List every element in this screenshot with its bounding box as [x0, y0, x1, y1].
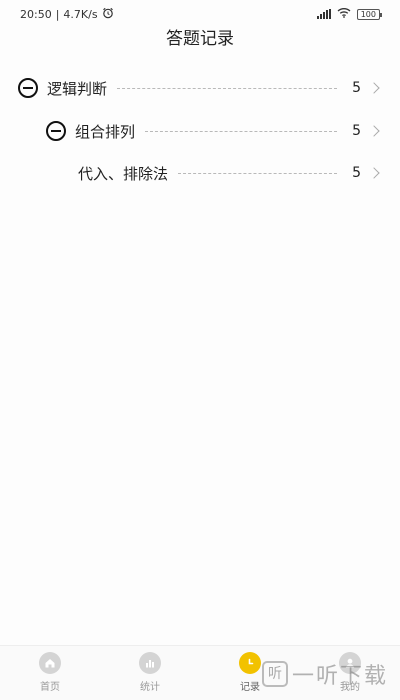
watermark: 听 一听下载 [262, 658, 388, 690]
record-label: 代入、排除法 [78, 164, 169, 183]
status-speed: 4.7K/s [63, 7, 98, 21]
tab-home[interactable]: 首页 [0, 646, 100, 700]
page-title: 答题记录 [166, 29, 234, 49]
tab-label: 记录 [240, 682, 260, 693]
tab-stats[interactable]: 统计 [100, 646, 200, 700]
collapse-icon[interactable] [46, 121, 66, 141]
dotted-leader [145, 130, 337, 132]
wifi-icon [337, 7, 351, 21]
status-left: 20:50 | 4.7K/s [20, 7, 114, 22]
chevron-right-icon [368, 125, 380, 137]
battery-icon: 100 [356, 8, 383, 20]
record-count: 5 [352, 123, 361, 139]
chart-icon [139, 652, 161, 674]
chevron-right-icon [368, 82, 380, 94]
dotted-leader [117, 87, 337, 89]
status-bar: 20:50 | 4.7K/s 100 [0, 0, 400, 28]
record-label: 组合排列 [75, 122, 136, 141]
status-time: 20:50 [20, 7, 52, 21]
status-divider: | [55, 7, 60, 21]
record-count: 5 [352, 165, 361, 181]
dotted-leader [178, 172, 337, 174]
chevron-right-icon [368, 167, 380, 179]
alarm-icon [102, 7, 114, 22]
record-count: 5 [352, 80, 361, 96]
record-label: 逻辑判断 [47, 79, 108, 98]
tab-label: 统计 [140, 682, 160, 693]
status-right: 100 [316, 7, 383, 21]
home-icon [39, 652, 61, 674]
tab-label: 首页 [40, 682, 60, 693]
signal-icon [316, 9, 331, 19]
record-row-level-2[interactable]: 组合排列 5 [46, 118, 382, 144]
collapse-icon[interactable] [18, 78, 38, 98]
clock-icon [239, 652, 261, 674]
record-row-level-1[interactable]: 逻辑判断 5 [18, 75, 382, 101]
watermark-logo: 听 [262, 661, 288, 687]
record-row-level-3[interactable]: 代入、排除法 5 [78, 160, 382, 186]
watermark-text: 一听下载 [292, 664, 389, 689]
